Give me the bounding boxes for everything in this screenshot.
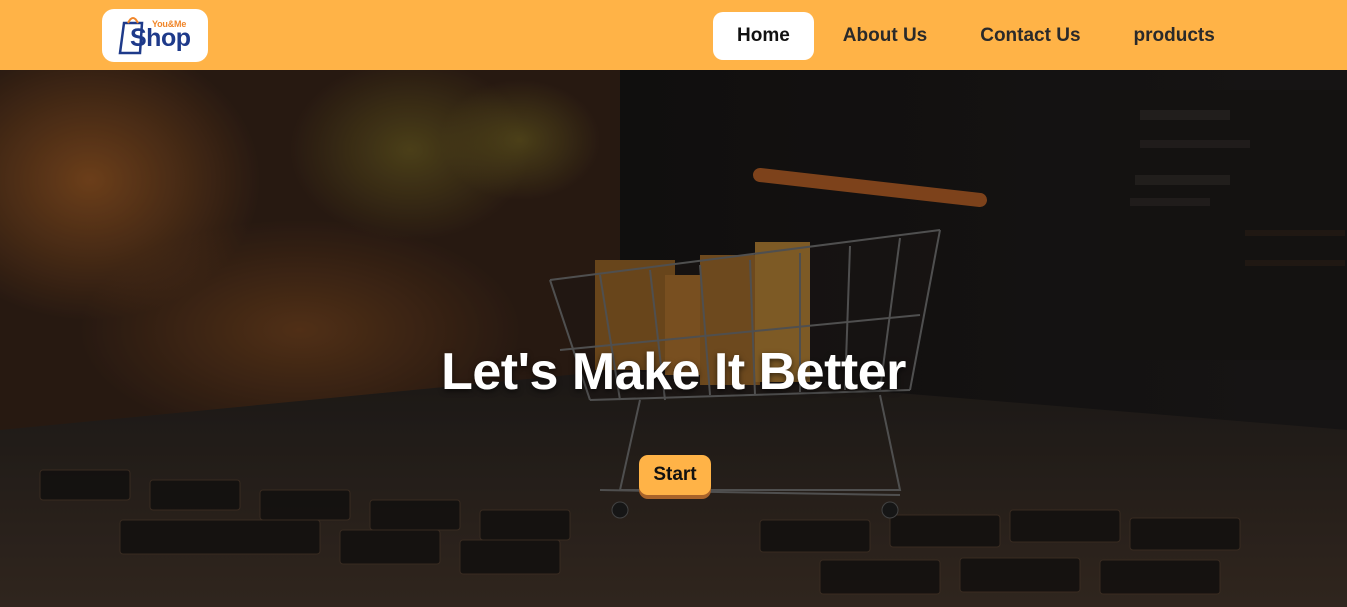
hero-background-image (0, 70, 1347, 607)
hero-title: Let's Make It Better (441, 343, 906, 401)
logo[interactable]: You&Me Shop (102, 9, 208, 62)
nav-products[interactable]: products (1109, 12, 1240, 60)
nav-home[interactable]: Home (713, 12, 814, 60)
nav-contact-us[interactable]: Contact Us (955, 12, 1105, 60)
logo-big-text: Shop (130, 24, 191, 52)
main-nav: Home About Us Contact Us products (713, 12, 1240, 60)
hero-section: Let's Make It Better Start (0, 70, 1347, 607)
navbar: You&Me Shop Home About Us Contact Us pro… (0, 0, 1347, 70)
start-button[interactable]: Start (639, 455, 711, 495)
nav-about-us[interactable]: About Us (818, 12, 952, 60)
